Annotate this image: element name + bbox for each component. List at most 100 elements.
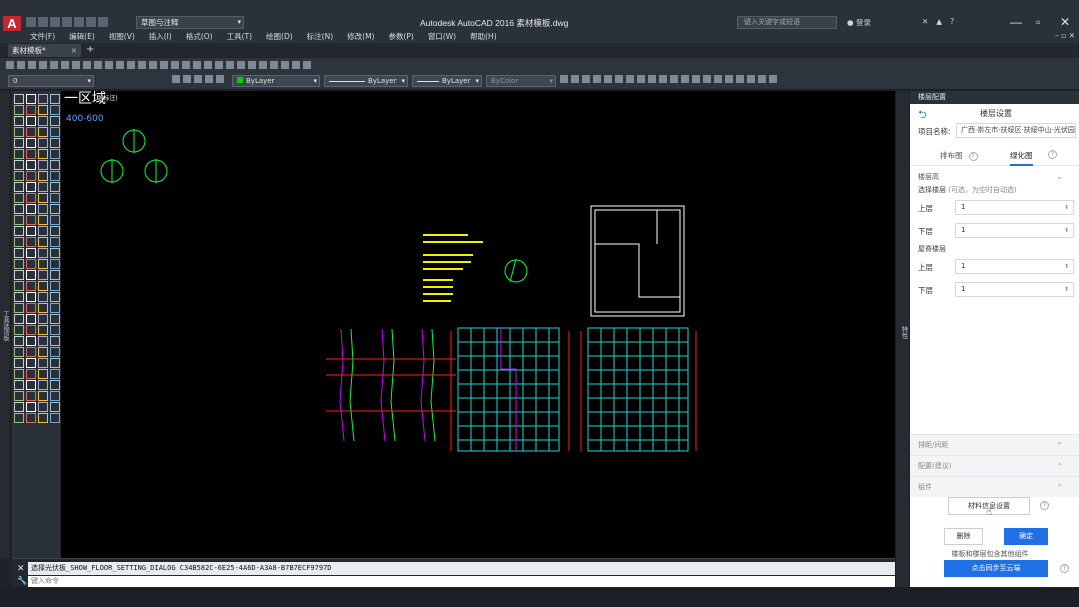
menu-edit[interactable]: 编辑(E) — [69, 31, 95, 43]
tool-icon[interactable] — [72, 61, 80, 69]
lineweight-dropdown[interactable]: ByLayer ▾ — [412, 75, 482, 87]
properties-strip[interactable]: 特性 — [895, 91, 909, 587]
draw-tool-icon[interactable] — [38, 105, 48, 115]
draw-tool-icon[interactable] — [38, 347, 48, 357]
draw-tool-icon[interactable] — [26, 105, 36, 115]
draw-tool-icon[interactable] — [38, 94, 48, 104]
draw-tool-icon[interactable] — [26, 149, 36, 159]
draw-tool-icon[interactable] — [50, 314, 60, 324]
draw-tool-icon[interactable] — [50, 325, 60, 335]
spinner-icon[interactable]: ⬍ — [1064, 201, 1069, 214]
menu-dimension[interactable]: 标注(N) — [307, 31, 333, 43]
tool-icon[interactable] — [714, 75, 722, 83]
linetype-dropdown[interactable]: ByLayer ▾ — [324, 75, 408, 87]
tool-icon[interactable] — [237, 61, 245, 69]
draw-tool-icon[interactable] — [38, 160, 48, 170]
draw-tool-icon[interactable] — [14, 336, 24, 346]
draw-tool-icon[interactable] — [50, 160, 60, 170]
draw-tool-icon[interactable] — [50, 292, 60, 302]
draw-tool-icon[interactable] — [50, 358, 60, 368]
project-name-field[interactable]: 广西·崇左市·扶绥区·扶绥中山·光伏园 — [956, 123, 1076, 138]
draw-tool-icon[interactable] — [50, 270, 60, 280]
draw-tool-icon[interactable] — [26, 193, 36, 203]
draw-tool-icon[interactable] — [14, 391, 24, 401]
a360-icon[interactable]: ▲ — [936, 17, 942, 26]
draw-tool-icon[interactable] — [26, 171, 36, 181]
draw-tool-icon[interactable] — [26, 336, 36, 346]
tool-icon[interactable] — [205, 75, 213, 83]
tool-icon[interactable] — [637, 75, 645, 83]
draw-tool-icon[interactable] — [38, 182, 48, 192]
drawing-canvas[interactable]: 一区域 (标注) 400-600 — [61, 91, 895, 558]
draw-tool-icon[interactable] — [14, 226, 24, 236]
tool-icon[interactable] — [83, 61, 91, 69]
new-file-icon[interactable] — [26, 17, 36, 27]
layer-dropdown[interactable]: 0 ▾ — [8, 75, 94, 87]
tool-icon[interactable] — [626, 75, 634, 83]
draw-tool-icon[interactable] — [26, 215, 36, 225]
tool-icon[interactable] — [615, 75, 623, 83]
tool-icon[interactable] — [248, 61, 256, 69]
draw-tool-icon[interactable] — [38, 116, 48, 126]
menu-view[interactable]: 视图(V) — [109, 31, 135, 43]
spinner-icon[interactable]: ⬍ — [1064, 224, 1069, 237]
tool-icon[interactable] — [659, 75, 667, 83]
draw-tool-icon[interactable] — [50, 94, 60, 104]
draw-tool-icon[interactable] — [26, 347, 36, 357]
menu-modify[interactable]: 修改(M) — [347, 31, 374, 43]
draw-tool-icon[interactable] — [26, 314, 36, 324]
draw-tool-icon[interactable] — [26, 226, 36, 236]
draw-tool-icon[interactable] — [50, 171, 60, 181]
menu-format[interactable]: 格式(O) — [186, 31, 213, 43]
draw-tool-icon[interactable] — [26, 259, 36, 269]
tool-icon[interactable] — [182, 61, 190, 69]
draw-tool-icon[interactable] — [38, 138, 48, 148]
close-tab-icon[interactable]: × — [71, 44, 77, 57]
draw-tool-icon[interactable] — [38, 270, 48, 280]
draw-tool-icon[interactable] — [38, 391, 48, 401]
tool-icon[interactable] — [50, 61, 58, 69]
draw-tool-icon[interactable] — [50, 259, 60, 269]
draw-tool-icon[interactable] — [38, 369, 48, 379]
menu-window[interactable]: 窗口(W) — [428, 31, 456, 43]
draw-tool-icon[interactable] — [14, 380, 24, 390]
tab-layout[interactable]: 排布图? — [940, 150, 978, 161]
draw-tool-icon[interactable] — [38, 149, 48, 159]
draw-tool-icon[interactable] — [38, 193, 48, 203]
draw-tool-icon[interactable] — [14, 248, 24, 258]
draw-tool-icon[interactable] — [50, 237, 60, 247]
tool-icon[interactable] — [648, 75, 656, 83]
tool-icon[interactable] — [681, 75, 689, 83]
draw-tool-icon[interactable] — [38, 171, 48, 181]
draw-tool-icon[interactable] — [38, 259, 48, 269]
tool-icon[interactable] — [593, 75, 601, 83]
draw-tool-icon[interactable] — [14, 171, 24, 181]
exchange-icon[interactable]: ✕ — [922, 17, 928, 26]
menu-draw[interactable]: 绘图(D) — [266, 31, 293, 43]
tool-icon[interactable] — [736, 75, 744, 83]
tool-icon[interactable] — [204, 61, 212, 69]
tool-icon[interactable] — [94, 61, 102, 69]
draw-tool-icon[interactable] — [26, 391, 36, 401]
ridge-lower-input[interactable]: 1 ⬍ — [955, 282, 1074, 297]
draw-tool-icon[interactable] — [38, 226, 48, 236]
tool-icon[interactable] — [281, 61, 289, 69]
draw-tool-icon[interactable] — [14, 116, 24, 126]
draw-tool-icon[interactable] — [50, 380, 60, 390]
autocad-logo-button[interactable]: A — [3, 16, 21, 32]
draw-tool-icon[interactable] — [26, 116, 36, 126]
tool-icon[interactable] — [172, 75, 180, 83]
draw-tool-icon[interactable] — [14, 281, 24, 291]
draw-tool-icon[interactable] — [50, 303, 60, 313]
draw-tool-icon[interactable] — [38, 402, 48, 412]
open-file-icon[interactable] — [38, 17, 48, 27]
plotstyle-dropdown[interactable]: ByColor ▾ — [486, 75, 556, 87]
tool-icon[interactable] — [6, 61, 14, 69]
spinner-icon[interactable]: ⬍ — [1064, 260, 1069, 273]
section-spacing[interactable]: 排距/间距 ⌃ — [910, 434, 1079, 455]
draw-tool-icon[interactable] — [14, 402, 24, 412]
tool-icon[interactable] — [758, 75, 766, 83]
confirm-button[interactable]: 确定 — [1004, 528, 1048, 545]
menu-help[interactable]: 帮助(H) — [470, 31, 497, 43]
draw-tool-icon[interactable] — [26, 248, 36, 258]
